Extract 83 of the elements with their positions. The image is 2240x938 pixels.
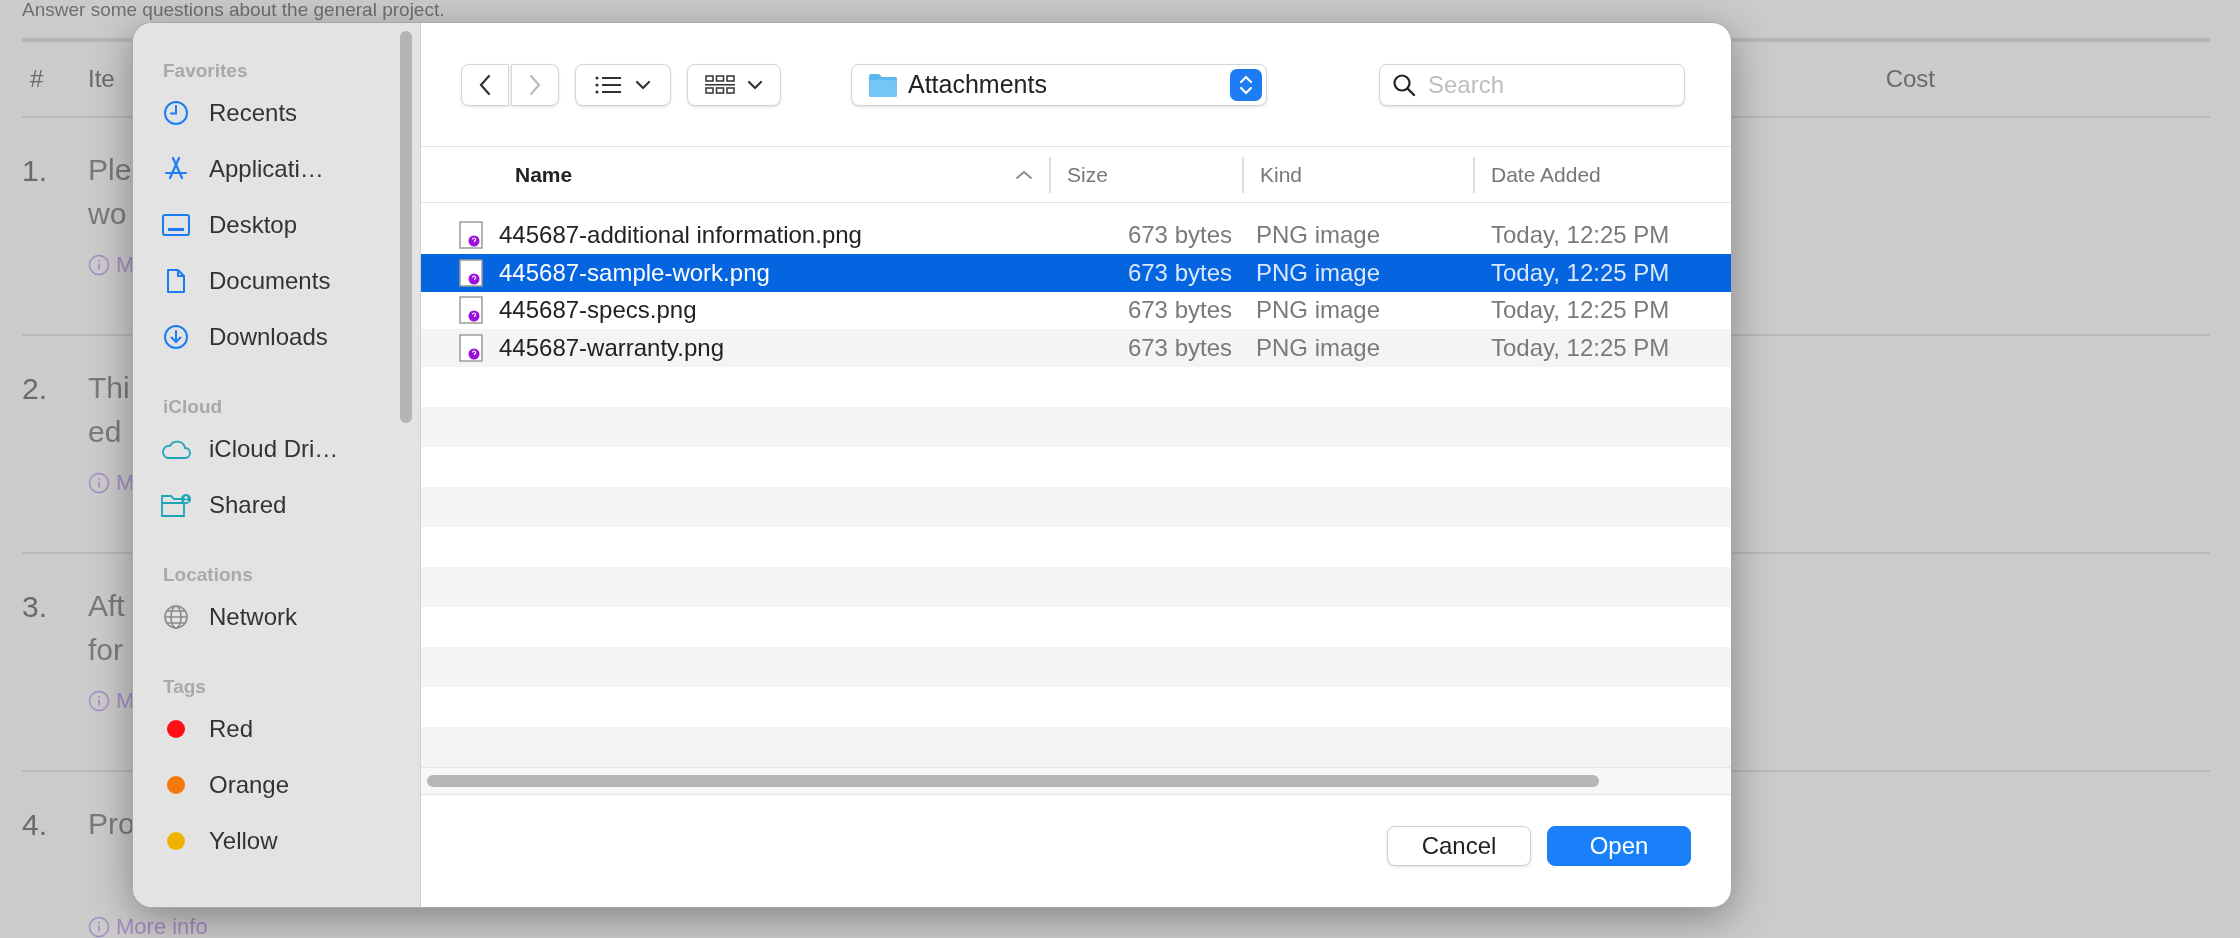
sidebar-item[interactable]: iCloud Dri…: [159, 421, 420, 477]
chevron-left-icon: [478, 73, 492, 96]
sidebar-item[interactable]: Network: [159, 589, 420, 645]
folder-icon: [868, 71, 898, 98]
chevron-down-icon: [747, 79, 763, 90]
file-name: 445687-specs.png: [499, 295, 697, 326]
column-header[interactable]: Name: [421, 147, 1049, 202]
file-row[interactable]: 445687-warranty.png 673 bytes PNG image Today, 12:25 PM: [421, 329, 1731, 367]
globe-icon: [163, 604, 189, 630]
sidebar-item[interactable]: Applicati…: [159, 141, 420, 197]
list-view-button[interactable]: [575, 63, 671, 106]
file-size: 673 bytes: [1126, 219, 1233, 250]
file-kind: PNG image: [1255, 295, 1382, 326]
sidebar-item[interactable]: Documents: [159, 253, 420, 309]
item-number: 2.: [22, 371, 49, 407]
image-file-icon: [459, 258, 483, 287]
sidebar-item[interactable]: Yellow: [159, 813, 420, 869]
image-file-icon: [459, 220, 483, 249]
file-kind: PNG image: [1255, 333, 1382, 364]
desktop-icon: [162, 213, 190, 237]
search-icon: [1392, 72, 1416, 97]
search-field[interactable]: Search: [1379, 63, 1685, 106]
stepper-icon: [1230, 68, 1262, 101]
file-kind: PNG image: [1255, 219, 1382, 250]
document-icon: [165, 268, 187, 294]
column-header: Ite: [88, 64, 115, 94]
file-size: 673 bytes: [1126, 295, 1233, 326]
chevron-right-icon: [528, 73, 542, 96]
back-button[interactable]: [461, 63, 509, 106]
image-file-icon: [459, 296, 483, 325]
item-text: Thi ed: [88, 370, 131, 450]
file-row[interactable]: 445687-sample-work.png 673 bytes PNG image Today, 12:25 PM: [421, 253, 1731, 292]
location-popup[interactable]: Attachments: [851, 63, 1267, 106]
section-heading: Locations: [163, 562, 254, 587]
item-number: 1.: [22, 153, 49, 189]
intro-text: Answer some questions about the general project.: [22, 0, 446, 20]
file-kind: PNG image: [1255, 257, 1382, 288]
file-size: 673 bytes: [1126, 333, 1233, 364]
sidebar-item[interactable]: Downloads: [159, 309, 420, 365]
section-heading: iCloud: [163, 394, 224, 419]
download-icon: [163, 324, 189, 350]
group-view-button[interactable]: [687, 63, 781, 106]
file-date: Today, 12:25 PM: [1490, 295, 1671, 326]
item-text: Aft for: [88, 588, 126, 668]
column-header[interactable]: Size: [1051, 147, 1242, 202]
item-text: Pro: [88, 806, 136, 842]
column-header[interactable]: Kind: [1244, 147, 1473, 202]
vertical-scrollbar[interactable]: [400, 31, 412, 423]
sidebar-item[interactable]: Desktop: [159, 197, 420, 253]
chevron-down-icon: [635, 79, 651, 90]
file-date: Today, 12:25 PM: [1490, 219, 1671, 250]
sidebar-item[interactable]: Recents: [159, 85, 420, 141]
info-icon: [88, 253, 110, 276]
sidebar-item[interactable]: Orange: [159, 757, 420, 813]
section-heading: Favorites: [163, 58, 249, 83]
sidebar-item[interactable]: Red: [159, 701, 420, 757]
horizontal-scrollbar[interactable]: [427, 775, 1599, 787]
file-size: 673 bytes: [1126, 257, 1233, 288]
file-name: 445687-warranty.png: [499, 333, 725, 364]
column-header[interactable]: Date Added: [1475, 147, 1731, 202]
column-header: #: [29, 64, 45, 94]
file-date: Today, 12:25 PM: [1490, 333, 1671, 364]
cloud-icon: [160, 438, 192, 460]
item-number: 4.: [22, 807, 49, 843]
shared-folder-icon: [160, 492, 192, 518]
file-date: Today, 12:25 PM: [1490, 257, 1671, 288]
item-number: 3.: [22, 589, 49, 625]
column-header: Cost: [1885, 64, 1935, 94]
image-file-icon: [459, 334, 483, 363]
grid-icon: [705, 74, 735, 95]
item-text: Ple wo: [88, 152, 133, 232]
info-icon: [88, 689, 110, 712]
clock-icon: [163, 100, 189, 126]
search-input[interactable]: Search: [1428, 66, 1684, 103]
section-heading: Tags: [163, 674, 207, 699]
info-icon: [88, 915, 110, 938]
open-button[interactable]: Open: [1547, 826, 1691, 866]
sidebar-item[interactable]: Shared: [159, 477, 420, 533]
file-name: 445687-sample-work.png: [499, 257, 770, 288]
info-icon: [88, 471, 110, 494]
file-name: 445687-additional information.png: [499, 219, 862, 250]
cancel-button[interactable]: Cancel: [1387, 826, 1531, 866]
list-icon: [595, 75, 621, 94]
